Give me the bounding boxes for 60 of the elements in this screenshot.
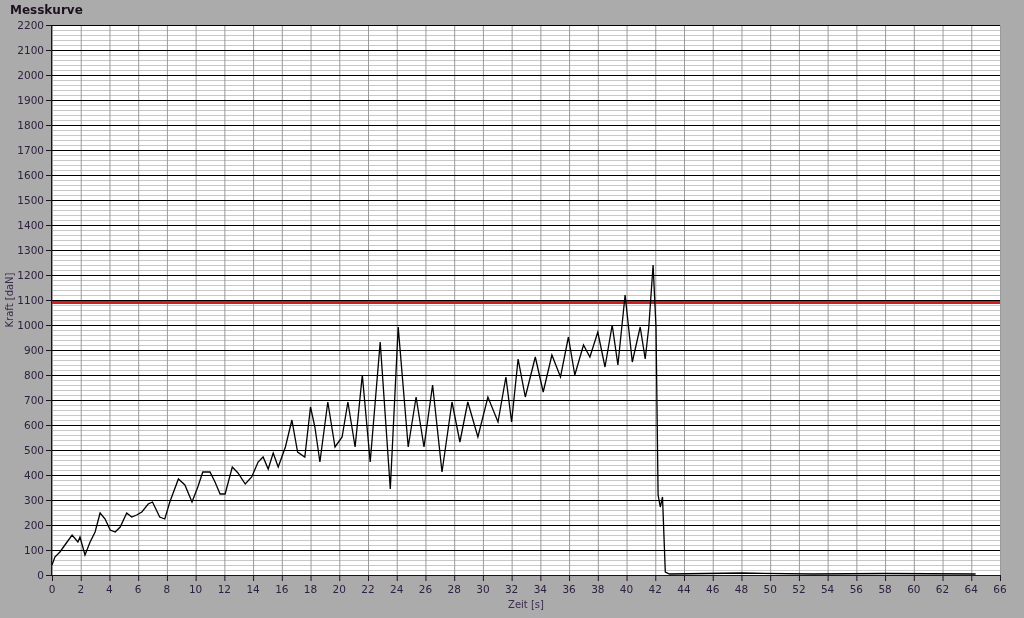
tick-label: 8 bbox=[163, 583, 171, 595]
tick-label: 0 bbox=[37, 569, 44, 581]
tick-label: 1500 bbox=[17, 194, 44, 206]
tick-label: 4 bbox=[106, 583, 113, 595]
tick-label: 2200 bbox=[17, 19, 44, 31]
tick-label: 28 bbox=[447, 583, 461, 595]
tick-label: 60 bbox=[907, 583, 921, 595]
tick-label: 64 bbox=[964, 583, 978, 595]
tick-label: 36 bbox=[562, 583, 576, 595]
tick-label: 66 bbox=[993, 583, 1007, 595]
tick-label: 14 bbox=[246, 583, 260, 595]
tick-label: 44 bbox=[677, 583, 691, 595]
tick-label: 2100 bbox=[17, 44, 44, 56]
tick-label: 600 bbox=[23, 419, 44, 431]
tick-label: 18 bbox=[303, 583, 318, 595]
tick-label: 1400 bbox=[17, 219, 44, 231]
tick-label: 34 bbox=[533, 583, 548, 595]
tick-label: 24 bbox=[390, 583, 404, 595]
tick-label: 16 bbox=[275, 583, 289, 595]
tick-label: 38 bbox=[591, 583, 605, 595]
tick-label: 800 bbox=[23, 369, 44, 381]
tick-label: 1600 bbox=[17, 169, 44, 181]
tick-label: 50 bbox=[763, 583, 777, 595]
axis-label: Kraft [daN] bbox=[4, 272, 15, 328]
tick-label: 20 bbox=[332, 583, 346, 595]
tick-label: 500 bbox=[23, 444, 44, 456]
tick-label: 10 bbox=[188, 583, 203, 595]
tick-label: 30 bbox=[476, 583, 490, 595]
tick-label: 300 bbox=[23, 494, 44, 506]
tick-label: 62 bbox=[935, 583, 950, 595]
tick-label: 32 bbox=[504, 583, 519, 595]
tick-label: 2000 bbox=[17, 69, 44, 81]
tick-label: 400 bbox=[23, 469, 44, 481]
tick-label: 0 bbox=[48, 583, 56, 595]
tick-label: 52 bbox=[792, 583, 806, 595]
tick-label: 1300 bbox=[17, 244, 44, 256]
tick-label: 200 bbox=[23, 519, 44, 531]
tick-label: 1000 bbox=[17, 319, 44, 331]
tick-label: 900 bbox=[23, 344, 44, 356]
tick-label: 6 bbox=[134, 583, 142, 595]
tick-label: 56 bbox=[849, 583, 864, 595]
tick-label: 1200 bbox=[17, 269, 44, 281]
tick-label: 12 bbox=[217, 583, 232, 595]
tick-label: 42 bbox=[648, 583, 662, 595]
tick-label: 1700 bbox=[17, 144, 44, 156]
tick-label: 48 bbox=[734, 583, 749, 595]
tick-label: 46 bbox=[706, 583, 720, 595]
tick-label: 54 bbox=[820, 583, 835, 595]
tick-label: 1800 bbox=[17, 119, 44, 131]
tick-label: 700 bbox=[23, 394, 44, 406]
tick-label: 1100 bbox=[17, 294, 44, 306]
axis-label: Zeit [s] bbox=[508, 599, 544, 610]
tick-label: 22 bbox=[361, 583, 375, 595]
tick-label: 2 bbox=[77, 583, 85, 595]
graph-title: Messkurve bbox=[9, 2, 83, 17]
tick-label: 100 bbox=[23, 544, 44, 556]
tick-label: 26 bbox=[418, 583, 433, 595]
tick-label: 58 bbox=[878, 583, 892, 595]
tick-label: 1900 bbox=[17, 94, 44, 106]
tick-label: 40 bbox=[619, 583, 634, 595]
